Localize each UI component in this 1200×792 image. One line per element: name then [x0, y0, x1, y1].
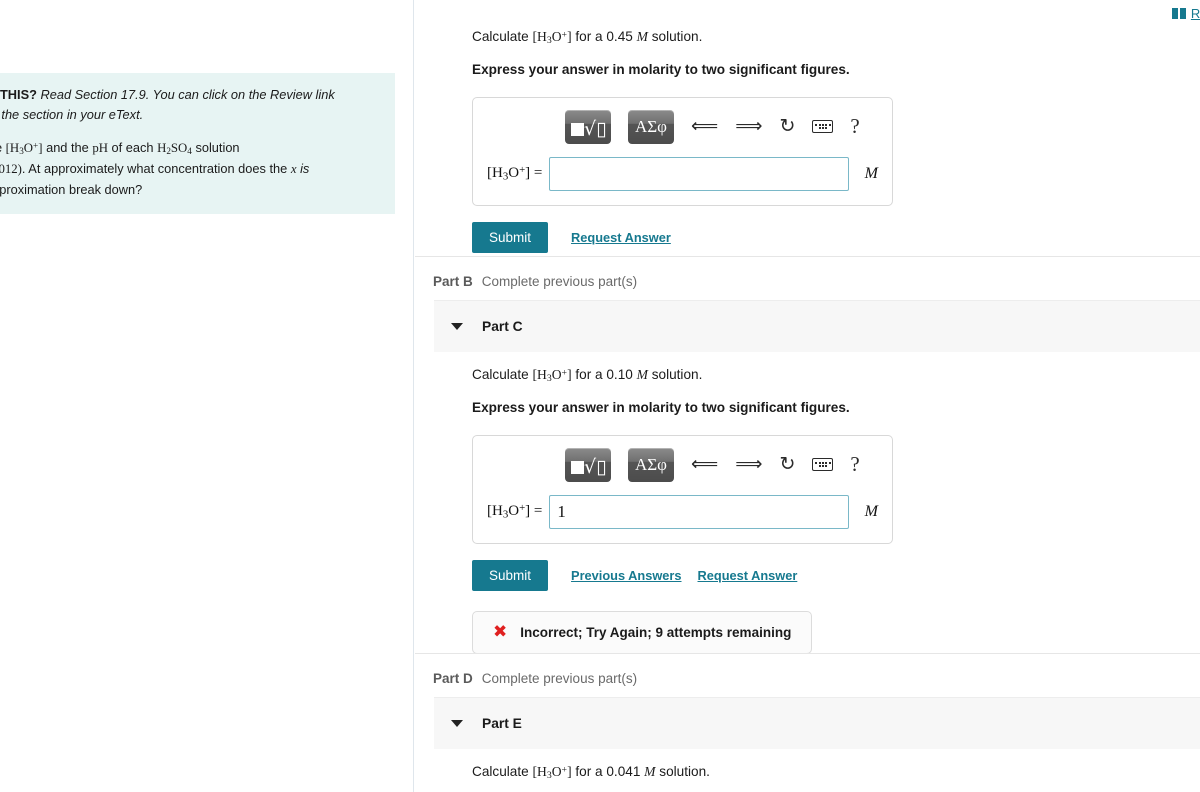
part-d-row[interactable]: Part D Complete previous part(s)	[415, 653, 1200, 697]
part-e-prompt-pre: Calculate	[472, 764, 533, 779]
part-c-submit-button[interactable]: Submit	[472, 559, 549, 591]
reset-icon[interactable]: ↻	[780, 455, 796, 474]
part-c-unit: M	[636, 367, 648, 382]
template-radical-button[interactable]: √▯	[565, 447, 611, 482]
part-e-concentration: 0.041	[606, 764, 641, 779]
part-a-answer-input[interactable]	[549, 156, 849, 191]
undo-icon[interactable]: ⟸	[691, 455, 718, 474]
hint-title: ISSED THIS? Read Section 17.9. You can c…	[0, 85, 375, 125]
left-panel: ISSED THIS? Read Section 17.9. You can c…	[0, 0, 414, 792]
part-c-var-label: [H3O+] =	[487, 502, 543, 521]
part-a-math-toolbar: √▯ ΑΣφ ⟸ ⟹ ↻ ?	[487, 109, 878, 145]
error-x-icon: ✖	[493, 621, 508, 642]
hint-title-rest: Read Section 17.9. You can click on the …	[36, 87, 335, 102]
book-icon	[1171, 7, 1186, 19]
part-a-answer-card: √▯ ΑΣφ ⟸ ⟹ ↻ ? [H3O+] = M	[472, 96, 893, 206]
page-root: ISSED THIS? Read Section 17.9. You can c…	[0, 0, 1200, 792]
keyboard-icon[interactable]	[812, 458, 834, 472]
part-c-feedback-banner: ✖ Incorrect; Try Again; 9 attempts remai…	[472, 610, 813, 654]
template-radical-button[interactable]: √▯	[565, 109, 611, 144]
hint-x-var: x	[290, 161, 297, 176]
redo-icon[interactable]: ⟹	[735, 117, 762, 136]
part-e-unit: M	[644, 764, 656, 779]
part-c-prompt: Calculate [H3O+] for a 0.10 M solution.	[472, 367, 703, 385]
part-c-prompt-pre: Calculate	[472, 367, 533, 382]
part-a-prompt-pre: Calculate	[472, 29, 533, 44]
help-icon[interactable]: ?	[850, 454, 859, 475]
part-e-prompt: Calculate [H3O+] for a 0.041 M solution.	[472, 764, 710, 782]
hint-ka2: Ka2 = 0.012)	[0, 161, 22, 176]
greek-symbols-button[interactable]: ΑΣφ	[628, 447, 674, 482]
chevron-down-icon[interactable]	[451, 323, 463, 330]
review-bar: Rev	[1171, 2, 1200, 24]
part-c-label: Part C	[482, 319, 523, 334]
part-a-unit-label: M	[864, 164, 878, 182]
part-a-instruction: Express your answer in molarity to two s…	[472, 62, 850, 78]
missed-this-hint-box: ISSED THIS? Read Section 17.9. You can c…	[0, 73, 395, 215]
part-a-actions: Submit Request Answer	[472, 221, 1200, 253]
part-c-actions: Submit Previous Answers Request Answer	[472, 559, 1200, 591]
part-c-unit-label: M	[864, 502, 878, 520]
part-a-submit-button[interactable]: Submit	[472, 221, 549, 253]
undo-icon[interactable]: ⟸	[691, 117, 718, 136]
part-c-body: Calculate [H3O+] for a 0.10 M solution. …	[415, 366, 1200, 654]
part-d-state: Complete previous part(s)	[481, 671, 638, 686]
hint-ph: pH	[92, 140, 108, 155]
part-e-header[interactable]: Part E	[434, 697, 1200, 749]
part-c-answer-input[interactable]	[549, 494, 849, 529]
review-link[interactable]: Rev	[1191, 6, 1200, 21]
part-a-var-label: [H3O+] =	[487, 164, 543, 183]
part-c-formula: [H3O+]	[532, 367, 572, 385]
part-c-concentration: 0.10	[606, 367, 633, 382]
hint-h2so4: H2SO4	[157, 140, 192, 156]
part-c-math-toolbar: √▯ ΑΣφ ⟸ ⟹ ↻ ?	[487, 447, 878, 483]
hint-body-pre: alculate	[0, 140, 6, 155]
hint-body: alculate [H3O+] and the pH of each H2SO4…	[0, 138, 375, 201]
part-a-prompt: Calculate [H3O+] for a 0.45 M solution.	[472, 29, 703, 47]
part-b-state: Complete previous part(s)	[481, 274, 638, 289]
reset-icon[interactable]: ↻	[780, 117, 796, 136]
part-e-label: Part E	[482, 716, 522, 731]
part-c-instruction: Express your answer in molarity to two s…	[472, 400, 850, 416]
part-a-input-row: [H3O+] = M	[487, 156, 878, 191]
right-panel: Rev Calculate [H3O+] for a 0.45 M soluti…	[415, 0, 1200, 792]
part-d-name: Part D	[433, 671, 473, 686]
part-c-feedback-text: Incorrect; Try Again; 9 attempts remaini…	[520, 624, 792, 640]
hint-formula-h3o: [H3O+]	[5, 140, 43, 156]
part-a-formula: [H3O+]	[532, 29, 572, 47]
part-c-header[interactable]: Part C	[434, 300, 1200, 352]
part-b-name: Part B	[433, 274, 473, 289]
part-c-previous-answers-link[interactable]: Previous Answers	[571, 568, 681, 583]
part-a-unit: M	[636, 29, 648, 44]
part-b-row[interactable]: Part B Complete previous part(s)	[415, 256, 1200, 300]
greek-symbols-button[interactable]: ΑΣφ	[628, 109, 674, 144]
part-a-request-answer-link[interactable]: Request Answer	[571, 230, 671, 245]
part-c-request-answer-link[interactable]: Request Answer	[698, 568, 798, 583]
part-e-formula: [H3O+]	[532, 764, 572, 782]
part-a-concentration: 0.45	[606, 29, 633, 44]
chevron-down-icon[interactable]	[451, 720, 463, 727]
part-c-answer-card: √▯ ΑΣφ ⟸ ⟹ ↻ ? [H3O+] = M	[472, 434, 893, 544]
part-a-body: Calculate [H3O+] for a 0.45 M solution. …	[415, 28, 1200, 253]
help-icon[interactable]: ?	[850, 116, 859, 137]
redo-icon[interactable]: ⟹	[735, 455, 762, 474]
keyboard-icon[interactable]	[812, 120, 834, 134]
part-e-body: Calculate [H3O+] for a 0.041 M solution.	[415, 763, 1200, 782]
hint-title-bold: ISSED THIS?	[0, 87, 37, 102]
part-c-input-row: [H3O+] = M	[487, 494, 878, 529]
hint-title-line2: access the section in your eText.	[0, 106, 144, 122]
